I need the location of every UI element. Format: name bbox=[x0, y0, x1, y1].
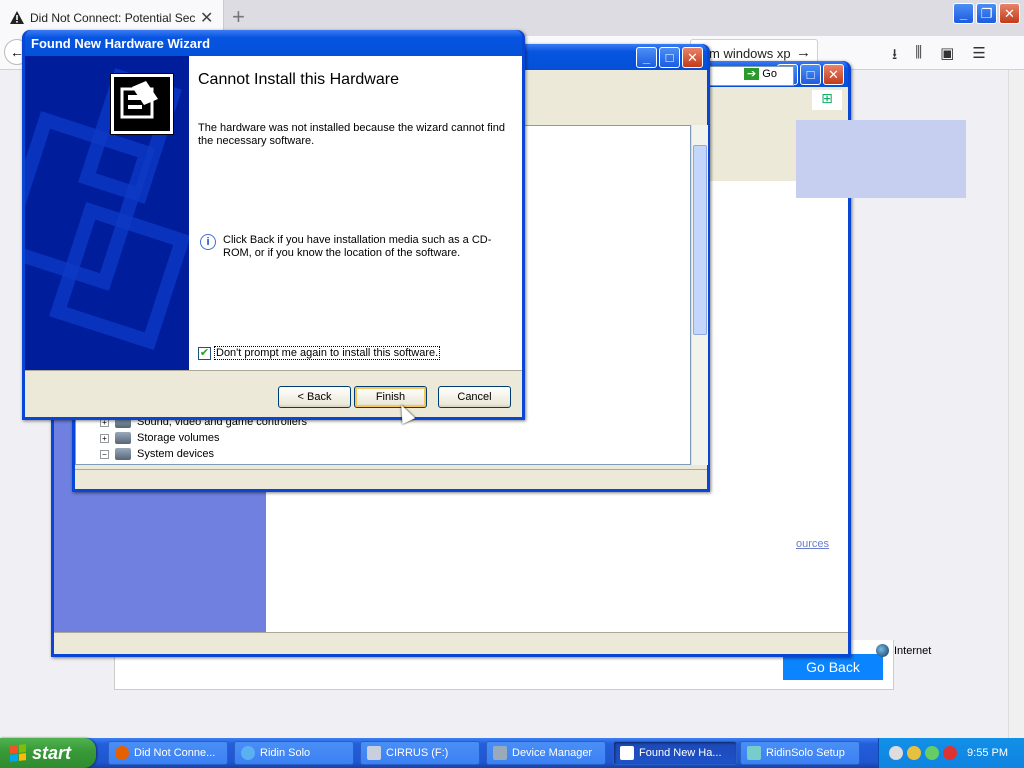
download-icon[interactable]: ⭳ bbox=[892, 44, 897, 69]
info-icon: i bbox=[200, 234, 216, 250]
system-tray: 9:55 PM bbox=[878, 738, 1024, 768]
wizard-side-panel bbox=[25, 56, 189, 370]
firefox-icon bbox=[115, 746, 129, 760]
url-text: m windows xp bbox=[709, 46, 791, 61]
close-tab-icon[interactable]: ✕ bbox=[200, 8, 213, 28]
task-label: Device Manager bbox=[512, 747, 593, 759]
task-label: RidinSolo Setup bbox=[766, 747, 845, 759]
ie-status-bar bbox=[54, 632, 848, 654]
library-icon[interactable]: ⫼ bbox=[915, 44, 922, 69]
task-button[interactable]: RidinSolo Setup bbox=[740, 741, 860, 765]
go-label: Go bbox=[762, 68, 777, 80]
security-zone: Internet bbox=[876, 644, 931, 657]
scroll-thumb[interactable] bbox=[693, 145, 707, 335]
collapse-icon[interactable]: − bbox=[100, 449, 109, 459]
task-label: CIRRUS (F:) bbox=[386, 747, 449, 759]
task-button[interactable]: Ridin Solo bbox=[234, 741, 354, 765]
globe-icon bbox=[876, 644, 889, 657]
ie-icon bbox=[241, 746, 255, 760]
windows-flag-icon bbox=[10, 744, 26, 762]
go-back-button[interactable]: Go Back bbox=[783, 654, 883, 680]
checkbox-label[interactable]: Don't prompt me again to install this so… bbox=[214, 346, 441, 360]
task-button[interactable]: Device Manager bbox=[486, 741, 606, 765]
hardware-icon bbox=[110, 73, 174, 135]
clock[interactable]: 9:55 PM bbox=[967, 747, 1008, 759]
start-label: start bbox=[32, 742, 72, 763]
task-button[interactable]: Did Not Conne... bbox=[108, 741, 228, 765]
taskbar: start Did Not Conne... Ridin Solo CIRRUS… bbox=[0, 738, 1024, 768]
menu-icon[interactable]: ☰ bbox=[972, 44, 985, 69]
start-button[interactable]: start bbox=[0, 738, 96, 768]
minimize-button[interactable]: _ bbox=[953, 3, 974, 24]
finish-button[interactable]: Finish bbox=[354, 386, 427, 408]
alert-icon[interactable] bbox=[943, 746, 957, 760]
update-icon[interactable] bbox=[925, 746, 939, 760]
back-button[interactable]: < Back bbox=[278, 386, 351, 408]
setup-icon bbox=[747, 746, 761, 760]
tree-item[interactable]: + Storage volumes bbox=[100, 432, 220, 444]
expand-icon[interactable]: + bbox=[100, 433, 109, 443]
wizard-separator bbox=[25, 370, 522, 371]
wizard-body: Cannot Install this Hardware The hardwar… bbox=[25, 56, 522, 417]
zone-label: Internet bbox=[894, 644, 932, 657]
computer-icon bbox=[115, 448, 131, 460]
checkbox-check-icon[interactable]: ✔ bbox=[198, 346, 211, 360]
tree-item-label: System devices bbox=[137, 448, 215, 460]
go-arrow-icon[interactable]: → bbox=[796, 44, 811, 61]
window-icon bbox=[620, 746, 634, 760]
tree-item[interactable]: − System devices bbox=[100, 448, 214, 460]
wizard-titlebar[interactable]: Found New Hardware Wizard bbox=[25, 30, 522, 56]
wizard-heading: Cannot Install this Hardware bbox=[198, 71, 399, 88]
tab-title: Did Not Connect: Potential Security Issu… bbox=[30, 11, 196, 25]
ie-go-button[interactable]: ➔ Go bbox=[744, 67, 777, 80]
wizard-info-text: Click Back if you have installation medi… bbox=[223, 234, 492, 259]
close-button[interactable]: ✕ bbox=[823, 64, 844, 85]
device-manager-icon bbox=[493, 746, 507, 760]
wizard-message: The hardware was not installed because t… bbox=[198, 122, 505, 147]
close-button[interactable]: ✕ bbox=[999, 3, 1020, 24]
task-label: Found New Ha... bbox=[639, 747, 722, 759]
warning-icon bbox=[10, 11, 24, 24]
vertical-scrollbar[interactable] bbox=[691, 125, 708, 465]
firefox-scrollbar[interactable] bbox=[1008, 70, 1024, 738]
maximize-button[interactable]: □ bbox=[800, 64, 821, 85]
task-label: Did Not Conne... bbox=[134, 747, 216, 759]
windows-logo-icon: ⊞ bbox=[812, 90, 842, 110]
firefox-toolbar: ⭳ ⫼ ▣ ☰ bbox=[892, 44, 986, 69]
window-title: Found New Hardware Wizard bbox=[31, 36, 211, 51]
hardware-wizard-window: Found New Hardware Wizard Cannot Install… bbox=[22, 30, 525, 420]
firefox-window-controls: _ ❐ ✕ bbox=[953, 3, 1020, 24]
tree-item-label: Storage volumes bbox=[137, 432, 220, 444]
drive-icon bbox=[367, 746, 381, 760]
restore-button[interactable]: ❐ bbox=[976, 3, 997, 24]
cancel-button[interactable]: Cancel bbox=[438, 386, 511, 408]
minimize-button[interactable]: _ bbox=[636, 47, 657, 68]
go-arrow-icon: ➔ bbox=[744, 68, 760, 80]
maximize-button[interactable]: □ bbox=[659, 47, 680, 68]
task-button-active[interactable]: Found New Ha... bbox=[613, 741, 737, 765]
task-button[interactable]: CIRRUS (F:) bbox=[360, 741, 480, 765]
new-tab-icon[interactable]: + bbox=[232, 4, 245, 30]
sidebar-icon[interactable]: ▣ bbox=[940, 44, 954, 69]
wizard-content: Cannot Install this Hardware The hardwar… bbox=[189, 56, 522, 370]
ie-link[interactable]: ources bbox=[796, 538, 829, 550]
ie-content-band bbox=[796, 120, 966, 198]
close-button[interactable]: ✕ bbox=[682, 47, 703, 68]
network-icon[interactable] bbox=[889, 746, 903, 760]
dont-prompt-checkbox[interactable]: ✔ Don't prompt me again to install this … bbox=[198, 346, 441, 360]
storage-icon bbox=[115, 432, 131, 444]
security-icon[interactable] bbox=[907, 746, 921, 760]
device-manager-status-bar bbox=[75, 469, 707, 489]
task-label: Ridin Solo bbox=[260, 747, 311, 759]
